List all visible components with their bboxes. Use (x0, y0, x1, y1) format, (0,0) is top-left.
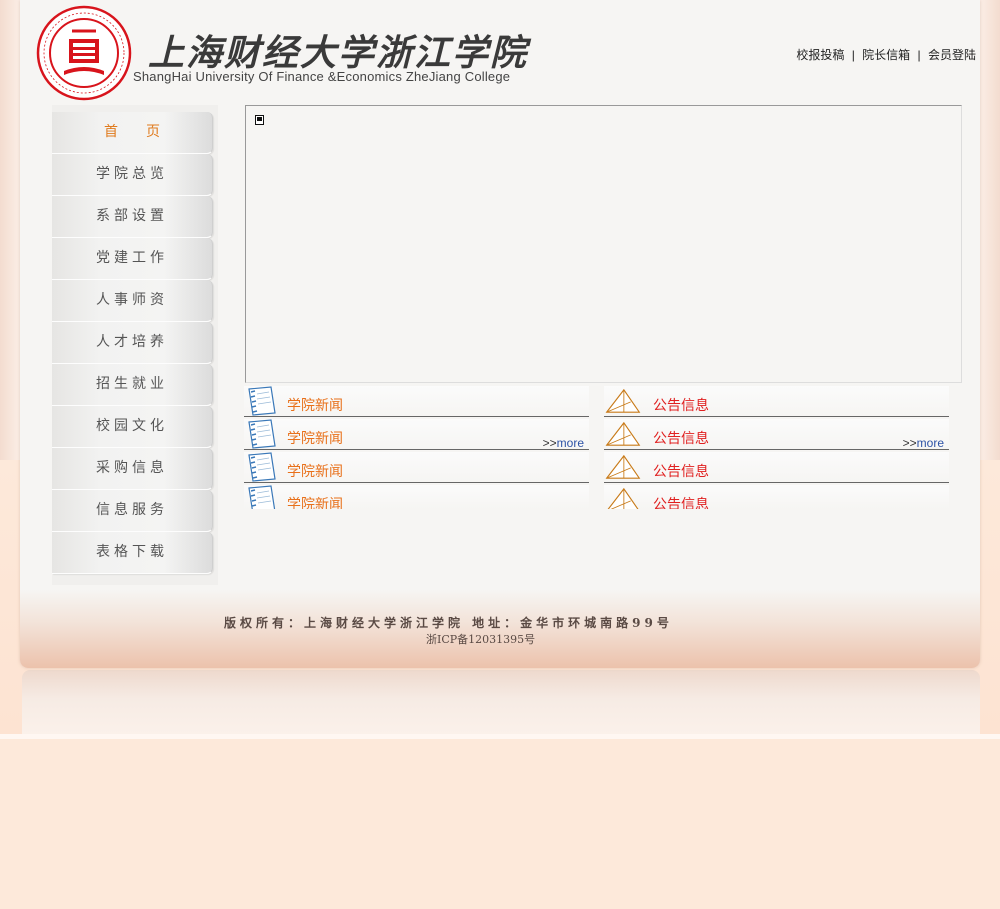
separator: | (851, 48, 855, 62)
nav-item-overview[interactable]: 学院总览 (52, 154, 213, 196)
notebook-icon (248, 485, 276, 509)
notebook-icon (248, 419, 276, 449)
president-mailbox-link[interactable]: 院长信箱 (862, 48, 910, 62)
list-item[interactable]: 学院新闻 (244, 452, 589, 483)
notebook-icon (248, 386, 276, 416)
list-item[interactable]: 公告信息 (604, 452, 949, 483)
divider (0, 734, 1000, 739)
more-prefix: >> (542, 436, 557, 450)
nav-item-admissions[interactable]: 招生就业 (52, 364, 213, 406)
icp-number[interactable]: 浙ICP备12031395号 (426, 631, 535, 647)
news-label: 学院新闻 (287, 431, 343, 447)
news-label: 学院新闻 (287, 497, 343, 509)
copyright-text: 版权所有：上海财经大学浙江学院 地址：金华市环城南路99号 (224, 616, 673, 630)
more-text: more (916, 436, 944, 450)
nav-item-procurement[interactable]: 采购信息 (52, 448, 213, 490)
main-panel: 上海财经大学浙江学院 ShangHai University Of Financ… (20, 0, 980, 668)
list-item[interactable]: 学院新闻 (244, 386, 589, 417)
separator: | (917, 48, 921, 62)
list-item[interactable]: 学院新闻 (244, 485, 589, 509)
university-seal-icon[interactable] (36, 5, 132, 101)
announcement-label: 公告信息 (653, 398, 709, 414)
folded-note-icon (607, 487, 639, 509)
folded-note-icon (605, 388, 641, 413)
flash-placeholder-icon (255, 115, 264, 125)
top-links: 校报投稿 | 院长信箱 | 会员登陆 (796, 46, 976, 63)
notebook-icon (248, 452, 276, 482)
announcement-label: 公告信息 (653, 464, 709, 480)
announcement-column: 公告信息 公告信息 >>more 公告信息 公告信息 (604, 386, 949, 511)
nav-item-departments[interactable]: 系部设置 (52, 196, 213, 238)
folded-note-icon (605, 421, 641, 446)
flash-banner-area[interactable] (245, 105, 962, 383)
list-item[interactable]: 公告信息 >>more (604, 419, 949, 450)
submit-article-link[interactable]: 校报投稿 (796, 48, 844, 62)
list-item[interactable]: 公告信息 (604, 485, 949, 509)
news-label: 学院新闻 (287, 464, 343, 480)
lower-decorative-band (22, 670, 980, 734)
announcement-label: 公告信息 (653, 497, 709, 509)
announcement-more-link[interactable]: >>more (903, 436, 944, 450)
nav-item-home[interactable]: 首页 (52, 112, 213, 154)
college-news-column: 学院新闻 学院新闻 >>more 学院新闻 学院新闻 (244, 386, 589, 511)
more-prefix: >> (902, 436, 917, 450)
more-text: more (556, 436, 584, 450)
list-item[interactable]: 学院新闻 >>more (244, 419, 589, 450)
news-label: 学院新闻 (287, 398, 343, 414)
nav-item-form-download[interactable]: 表格下载 (52, 532, 213, 574)
nav-item-party-work[interactable]: 党建工作 (52, 238, 213, 280)
folded-note-icon (605, 454, 641, 479)
nav-item-faculty[interactable]: 人事师资 (52, 280, 213, 322)
site-title-english: ShangHai University Of Finance &Economic… (133, 69, 511, 84)
footer: 版权所有：上海财经大学浙江学院 地址：金华市环城南路99号 浙ICP备12031… (20, 590, 980, 668)
announcement-label: 公告信息 (653, 431, 709, 447)
news-more-link[interactable]: >>more (543, 436, 584, 450)
member-login-link[interactable]: 会员登陆 (928, 48, 976, 62)
main-navigation: 首页 学院总览 系部设置 党建工作 人事师资 人才培养 招生就业 校园文化 采购… (52, 105, 218, 585)
nav-item-campus-culture[interactable]: 校园文化 (52, 406, 213, 448)
nav-item-info-services[interactable]: 信息服务 (52, 490, 213, 532)
nav-item-talent-training[interactable]: 人才培养 (52, 322, 213, 364)
list-item[interactable]: 公告信息 (604, 386, 949, 417)
